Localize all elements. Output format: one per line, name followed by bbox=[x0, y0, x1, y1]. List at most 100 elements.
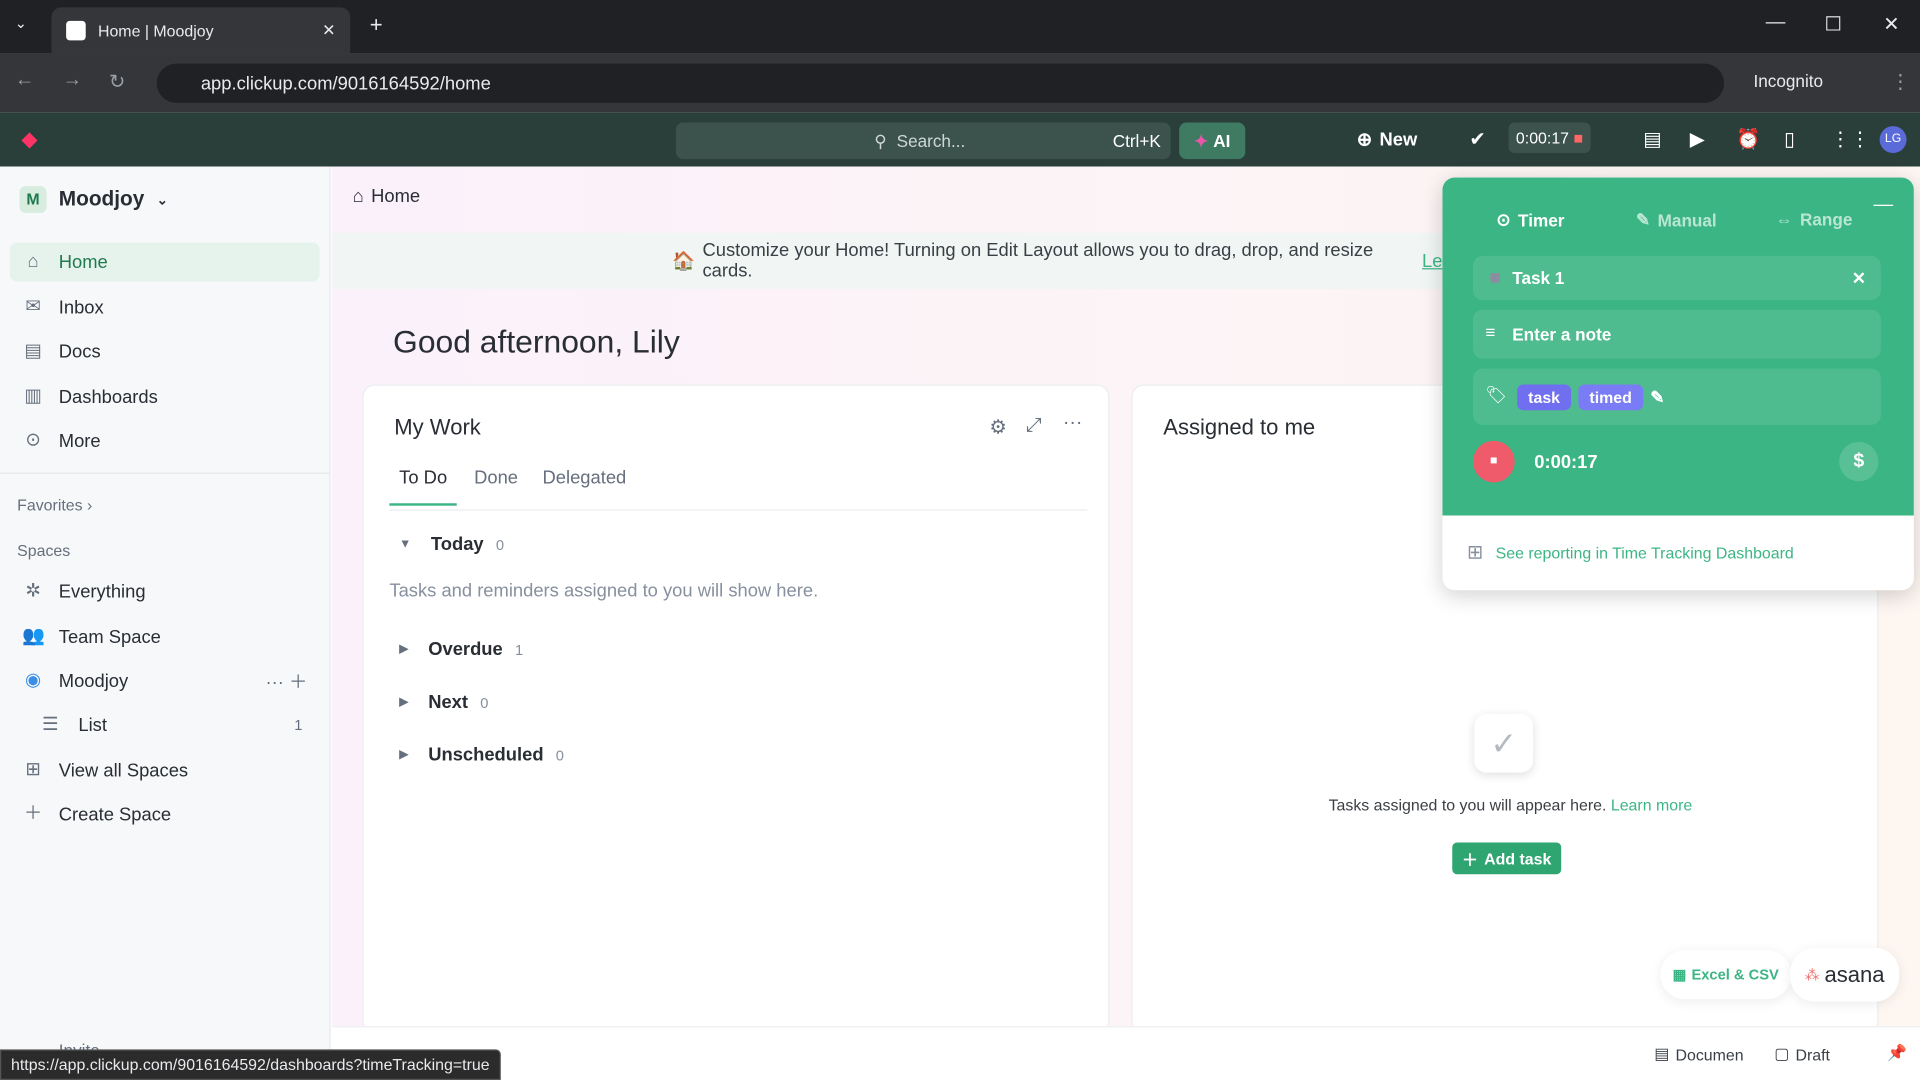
sidebar-item-everything[interactable]: ✲ Everything bbox=[10, 572, 320, 611]
reporting-link[interactable]: ⊞ See reporting in Time Tracking Dashboar… bbox=[1467, 540, 1794, 564]
tag-chip[interactable]: task bbox=[1517, 383, 1572, 410]
edit-tags-icon[interactable]: ✎ bbox=[1650, 386, 1664, 407]
group-today[interactable]: ▼ Today 0 bbox=[399, 534, 504, 555]
back-icon[interactable]: ← bbox=[15, 70, 35, 92]
caret-down-icon: ▼ bbox=[399, 537, 412, 552]
expand-icon[interactable]: ⤢ bbox=[1026, 415, 1042, 437]
avatar[interactable]: LG bbox=[1879, 126, 1907, 154]
group-overdue[interactable]: ▶ Overdue 1 bbox=[399, 639, 523, 660]
nav-label: More bbox=[58, 430, 101, 452]
list-count: 1 bbox=[294, 716, 303, 734]
add-task-button[interactable]: ＋ Add task bbox=[1452, 842, 1562, 875]
browser-tab[interactable]: Home | Moodjoy ✕ bbox=[51, 7, 351, 54]
more-options-icon[interactable]: ··· bbox=[1063, 413, 1083, 435]
notepad-icon[interactable]: ▤ bbox=[1643, 127, 1662, 151]
stop-icon[interactable]: ■ bbox=[1573, 129, 1583, 147]
incognito-profile[interactable]: Incognito bbox=[1753, 71, 1823, 91]
group-unscheduled[interactable]: ▶ Unscheduled 0 bbox=[399, 744, 564, 765]
url-field[interactable]: app.clickup.com/9016164592/home bbox=[156, 63, 1725, 103]
document-tray-item[interactable]: ▤ Documen bbox=[1654, 1044, 1743, 1064]
banner-learn-link[interactable]: Le bbox=[1422, 250, 1442, 271]
doc-icon[interactable]: ▯ bbox=[1784, 127, 1795, 151]
clickup-logo-icon[interactable]: ◆ bbox=[22, 127, 37, 151]
house-icon: 🏠 bbox=[672, 251, 696, 272]
sidebar-item-list[interactable]: ☰ List 1 bbox=[10, 705, 320, 744]
tab-timer[interactable]: ⊙ Timer bbox=[1496, 209, 1564, 230]
play-circle-icon: ⊙ bbox=[1496, 209, 1511, 229]
alarm-icon[interactable]: ⏰ bbox=[1736, 127, 1760, 151]
sidebar-item-team-space[interactable]: 👥 Team Space bbox=[10, 617, 320, 656]
group-next[interactable]: ▶ Next 0 bbox=[399, 692, 488, 713]
forward-icon[interactable]: → bbox=[62, 70, 82, 92]
maximize-icon[interactable]: ☐ bbox=[1824, 12, 1842, 36]
tab-to-do[interactable]: To Do bbox=[389, 468, 457, 506]
tab-manual[interactable]: ✎ Manual bbox=[1636, 209, 1717, 230]
spreadsheet-icon: ▦ bbox=[1672, 966, 1687, 984]
billable-icon[interactable]: $ bbox=[1839, 442, 1879, 482]
sidebar-item-docs[interactable]: ▤ Docs bbox=[10, 332, 320, 371]
sidebar-item-inbox[interactable]: ✉ Inbox bbox=[10, 288, 320, 327]
tab-delegated[interactable]: Delegated bbox=[533, 468, 636, 489]
task-name: Task 1 bbox=[1512, 268, 1565, 288]
apps-grid-icon[interactable]: ⋮⋮ bbox=[1831, 127, 1870, 151]
draft-tray-item[interactable]: ▢ Draft bbox=[1774, 1044, 1830, 1064]
everything-icon: ✲ bbox=[25, 580, 41, 602]
import-excel-button[interactable]: ▦ Excel & CSV bbox=[1660, 950, 1792, 1000]
search-icon: ⚲ bbox=[874, 130, 887, 151]
stop-timer-button[interactable]: ■ bbox=[1473, 440, 1515, 483]
minimize-popup-icon[interactable]: — bbox=[1873, 195, 1893, 217]
group-label: Overdue bbox=[428, 639, 503, 661]
close-tab-icon[interactable]: ✕ bbox=[322, 21, 335, 41]
time-tracking-popup: ⊙ Timer ✎ Manual ⇔ Range — Task 1 ✕ ≡ Enter a… bbox=[1442, 177, 1914, 591]
workspace-switcher[interactable]: M Moodjoy ⌄ bbox=[19, 186, 168, 214]
sidebar-item-more[interactable]: ⊙ More bbox=[10, 421, 320, 460]
assigned-empty-text: Tasks assigned to you will appear here. bbox=[1328, 795, 1607, 815]
breadcrumb-home[interactable]: Home bbox=[371, 186, 420, 207]
caret-right-icon: ▶ bbox=[399, 695, 409, 709]
sidebar-item-moodjoy[interactable]: ◉ Moodjoy ··· ＋ bbox=[10, 661, 320, 700]
check-circle-icon[interactable]: ✔ bbox=[1469, 127, 1485, 151]
task-selector[interactable]: Task 1 ✕ bbox=[1473, 255, 1881, 301]
import-asana-button[interactable]: ⁂ asana bbox=[1790, 947, 1900, 1002]
tag-chip[interactable]: timed bbox=[1578, 383, 1643, 410]
tab-list-icon[interactable]: ⌄ bbox=[15, 15, 27, 32]
tags-row[interactable]: 🏷 task timed ✎ bbox=[1473, 368, 1881, 425]
new-label: New bbox=[1379, 129, 1418, 151]
minimize-icon[interactable]: — bbox=[1766, 12, 1786, 34]
sidebar-item-create-space[interactable]: ＋ Create Space bbox=[10, 795, 320, 834]
menu-icon[interactable]: ⋮ bbox=[1891, 70, 1911, 94]
inbox-icon: ✉ bbox=[25, 296, 41, 318]
group-count: 0 bbox=[555, 746, 564, 764]
range-icon: ⇔ bbox=[1775, 209, 1793, 229]
clear-task-icon[interactable]: ✕ bbox=[1852, 268, 1866, 289]
learn-more-link[interactable]: Learn more bbox=[1611, 796, 1692, 814]
search-input[interactable]: ⚲ Search... Ctrl+K bbox=[675, 122, 1171, 160]
sidebar-item-home[interactable]: ⌂ Home bbox=[9, 242, 320, 282]
pin-icon[interactable]: 📌 bbox=[1887, 1043, 1907, 1063]
tab-done[interactable]: Done bbox=[464, 468, 528, 489]
space-more-icon[interactable]: ··· ＋ bbox=[266, 668, 308, 694]
my-work-tabs: To Do Done Delegated bbox=[389, 468, 1088, 511]
tag-icon: 🏷 bbox=[1485, 384, 1508, 405]
draft-label: Draft bbox=[1795, 1045, 1830, 1064]
plus-icon: ＋ bbox=[23, 803, 43, 825]
new-button[interactable]: ⊕ New bbox=[1357, 129, 1418, 151]
nav-label: Create Space bbox=[58, 803, 172, 825]
timer-badge[interactable]: 0:00:17 ■ bbox=[1508, 122, 1591, 154]
docs-icon: ▤ bbox=[24, 340, 42, 362]
sidebar-item-view-all-spaces[interactable]: ⊞ View all Spaces bbox=[10, 751, 320, 790]
tab-range[interactable]: ⇔ Range bbox=[1776, 209, 1853, 229]
sidebar-item-dashboards[interactable]: ▥ Dashboards bbox=[10, 377, 320, 416]
note-input[interactable]: ≡ Enter a note bbox=[1473, 309, 1881, 359]
video-icon[interactable]: ▶ bbox=[1690, 127, 1705, 151]
settings-icon[interactable]: ⚙ bbox=[989, 415, 1007, 439]
ai-button[interactable]: ✦ AI bbox=[1179, 122, 1246, 160]
favorites-header[interactable]: Favorites › bbox=[17, 496, 92, 514]
checkmark-icon: ✓ bbox=[1474, 713, 1534, 773]
caret-right-icon: ▶ bbox=[399, 748, 409, 762]
new-tab-icon[interactable]: + bbox=[370, 12, 383, 38]
reload-icon[interactable]: ↻ bbox=[109, 70, 125, 94]
tab-label: Manual bbox=[1657, 210, 1717, 230]
close-window-icon[interactable]: ✕ bbox=[1883, 12, 1899, 36]
plus-icon: ＋ bbox=[1462, 850, 1478, 869]
